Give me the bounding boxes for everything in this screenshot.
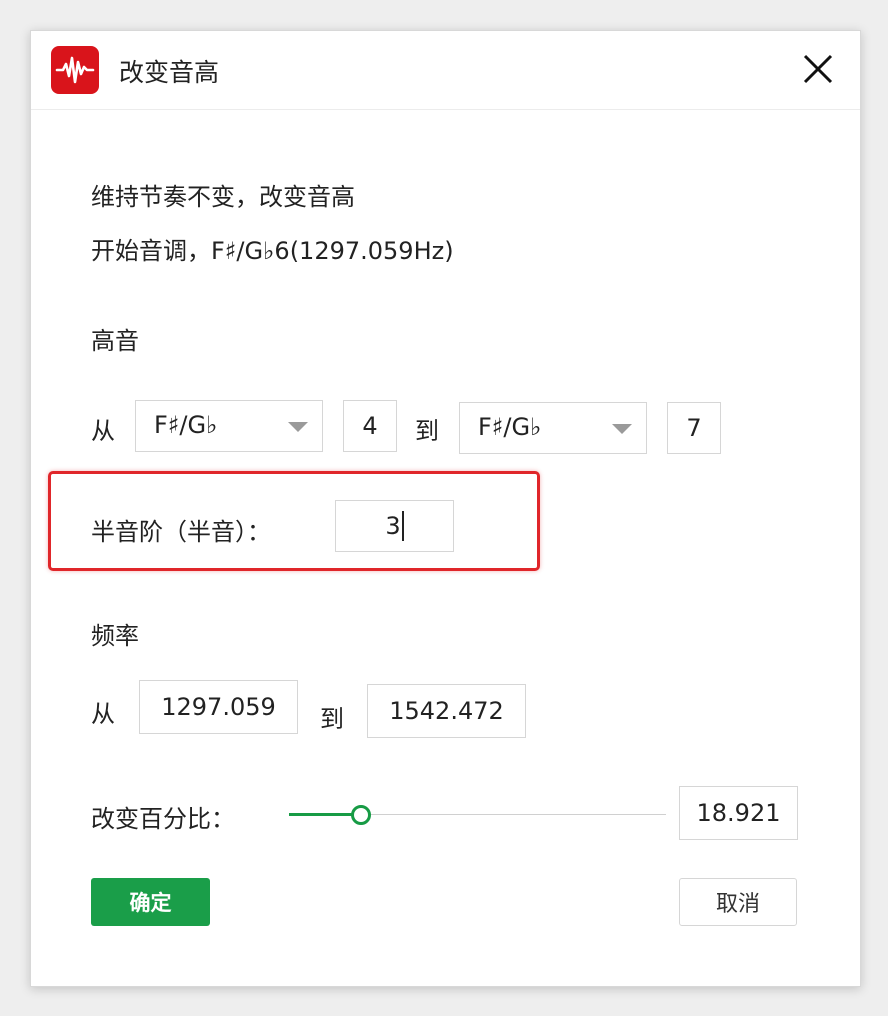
- ok-button[interactable]: 确定: [91, 878, 210, 926]
- title-bar: 改变音高: [31, 31, 860, 110]
- description-line-1: 维持节奏不变，改变音高: [91, 183, 355, 211]
- frequency-to-label: 到: [320, 705, 344, 733]
- from-octave-field[interactable]: 4: [343, 400, 397, 452]
- slider-thumb[interactable]: [351, 805, 371, 825]
- pitch-to-label: 到: [415, 417, 439, 445]
- chevron-down-icon: [612, 424, 632, 434]
- window-title: 改变音高: [119, 58, 220, 87]
- change-pitch-dialog: 改变音高 维持节奏不变，改变音高 开始音调，F♯/G♭6(1297.059Hz)…: [30, 30, 861, 987]
- semitone-input[interactable]: 3: [335, 500, 454, 552]
- description-line-2: 开始音调，F♯/G♭6(1297.059Hz): [91, 237, 454, 265]
- from-note-select[interactable]: F♯/G♭: [135, 400, 323, 452]
- close-icon[interactable]: [798, 49, 838, 89]
- frequency-heading: 频率: [91, 622, 139, 650]
- text-cursor: [401, 511, 404, 541]
- to-note-select[interactable]: F♯/G♭: [459, 402, 647, 454]
- pitch-heading: 高音: [91, 327, 139, 355]
- pitch-from-label: 从: [91, 417, 115, 445]
- frequency-to-input[interactable]: 1542.472: [367, 684, 526, 738]
- frequency-from-label: 从: [91, 700, 115, 728]
- semitone-label: 半音阶（半音）：: [91, 518, 271, 546]
- to-octave-field[interactable]: 7: [667, 402, 721, 454]
- slider-track[interactable]: [361, 814, 666, 815]
- cancel-button[interactable]: 取消: [679, 878, 797, 926]
- from-note-value: F♯/G♭: [154, 411, 218, 439]
- slider-track-filled: [289, 813, 359, 816]
- chevron-down-icon: [288, 422, 308, 432]
- semitone-value: 3: [385, 512, 401, 540]
- frequency-from-input[interactable]: 1297.059: [139, 680, 298, 734]
- waveform-icon: [51, 46, 99, 94]
- percent-input[interactable]: 18.921: [679, 786, 798, 840]
- percent-label: 改变百分比：: [91, 805, 235, 833]
- to-note-value: F♯/G♭: [478, 413, 542, 441]
